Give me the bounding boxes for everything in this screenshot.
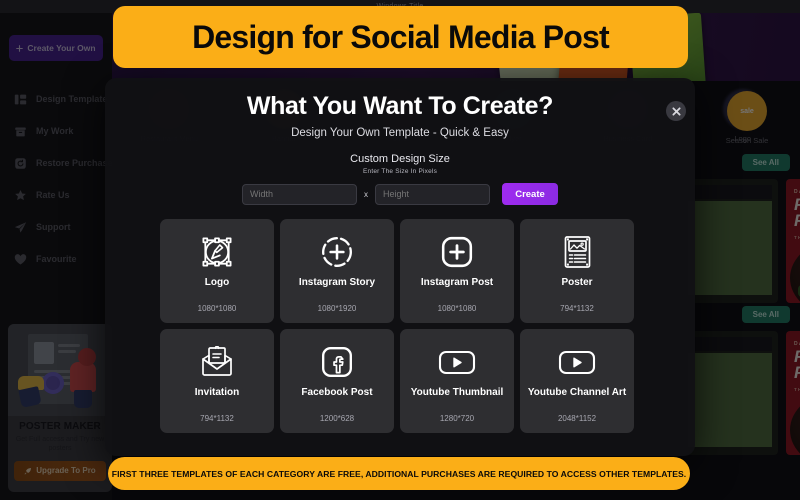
template-card-name: Invitation — [194, 387, 240, 398]
template-card-dimensions: 1080*1080 — [437, 304, 477, 313]
youtube-play-icon — [438, 342, 476, 382]
template-card-dimensions: 1280*720 — [439, 414, 475, 423]
template-type-grid: Logo 1080*1080 Instagram Story 1080*1920 — [160, 219, 640, 433]
close-icon — [671, 106, 681, 116]
width-input[interactable] — [242, 183, 357, 205]
template-card-logo[interactable]: Logo 1080*1080 — [160, 219, 274, 323]
youtube-play-icon — [558, 342, 596, 382]
template-card-instagram-post[interactable]: Instagram Post 1080*1080 — [400, 219, 514, 323]
rounded-square-plus-icon — [440, 232, 474, 272]
template-card-dimensions: 794*1132 — [200, 414, 234, 423]
template-card-name: Youtube Channel Art — [527, 387, 627, 398]
template-card-dimensions: 2048*1152 — [557, 414, 597, 423]
create-design-modal: What You Want To Create? Design Your Own… — [105, 78, 695, 456]
template-card-poster[interactable]: Poster 794*1132 — [520, 219, 634, 323]
open-envelope-icon — [200, 342, 234, 382]
custom-size-row: x Create — [105, 183, 695, 205]
template-card-name: Poster — [561, 277, 593, 288]
height-input[interactable] — [375, 183, 490, 205]
template-card-youtube-channel-art[interactable]: Youtube Channel Art 2048*1152 — [520, 329, 634, 433]
top-banner: Design for Social Media Post — [113, 6, 688, 68]
custom-size-label: Custom Design Size — [350, 153, 450, 165]
bottom-banner: FIRST THREE TEMPLATES OF EACH CATEGORY A… — [108, 457, 690, 490]
template-card-invitation[interactable]: Invitation 794*1132 — [160, 329, 274, 433]
facebook-icon — [320, 342, 354, 382]
create-button[interactable]: Create — [502, 183, 558, 205]
close-button[interactable] — [666, 101, 686, 121]
template-card-name: Instagram Story — [298, 277, 376, 288]
template-card-name: Logo — [204, 277, 230, 288]
app-window: Windows Title Create Your Own Design Tem… — [0, 0, 800, 500]
template-card-name: Facebook Post — [301, 387, 373, 398]
template-card-dimensions: 1080*1080 — [197, 304, 237, 313]
bottom-banner-text: FIRST THREE TEMPLATES OF EACH CATEGORY A… — [111, 468, 687, 479]
multiply-symbol: x — [364, 189, 368, 199]
modal-title: What You Want To Create? — [246, 92, 554, 120]
modal-subtitle: Design Your Own Template - Quick & Easy — [291, 127, 509, 139]
dashed-circle-plus-icon — [320, 232, 354, 272]
custom-size-hint: Enter The Size In Pixels — [362, 168, 438, 175]
template-card-facebook-post[interactable]: Facebook Post 1200*628 — [280, 329, 394, 433]
poster-document-icon — [562, 232, 593, 272]
top-banner-text: Design for Social Media Post — [192, 18, 610, 55]
template-card-name: Youtube Thumbnail — [410, 387, 504, 398]
template-card-dimensions: 1080*1920 — [317, 304, 357, 313]
template-card-dimensions: 1200*628 — [319, 414, 355, 423]
template-card-dimensions: 794*1132 — [560, 304, 594, 313]
template-card-youtube-thumbnail[interactable]: Youtube Thumbnail 1280*720 — [400, 329, 514, 433]
logo-transform-icon — [200, 232, 234, 272]
template-card-name: Instagram Post — [420, 277, 494, 288]
template-card-instagram-story[interactable]: Instagram Story 1080*1920 — [280, 219, 394, 323]
